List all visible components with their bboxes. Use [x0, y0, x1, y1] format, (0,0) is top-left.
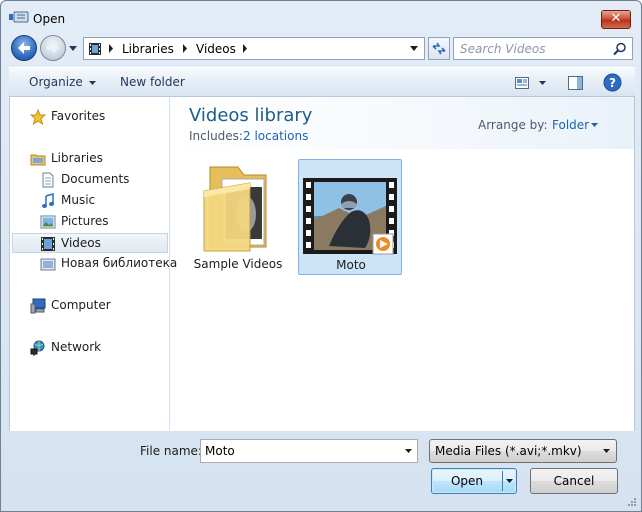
- network-icon: [30, 340, 45, 356]
- window-title: Open: [33, 12, 66, 26]
- chevron-down-icon[interactable]: [591, 123, 598, 127]
- folder-icon: [203, 166, 267, 252]
- breadcrumb-videos[interactable]: Videos: [196, 42, 236, 56]
- refresh-icon: [432, 42, 446, 55]
- arrange-by-dropdown[interactable]: Folder: [552, 118, 589, 132]
- resize-grip-icon[interactable]: [625, 497, 637, 509]
- videos-icon: [41, 237, 55, 251]
- change-view-icon[interactable]: [515, 77, 529, 89]
- pictures-icon: [40, 215, 56, 229]
- file-name-combobox[interactable]: [200, 439, 418, 463]
- split-divider: [502, 471, 503, 491]
- nav-computer[interactable]: Computer: [30, 296, 160, 316]
- open-dialog: Open ✕ Libraries Videos Search Videos Or…: [0, 0, 642, 512]
- file-list-pane: Videos library Includes: 2 locations Arr…: [171, 97, 634, 431]
- organize-button[interactable]: Organize: [29, 75, 96, 89]
- search-box[interactable]: [453, 37, 633, 60]
- recent-pages-button[interactable]: [68, 43, 78, 53]
- library-locations-link[interactable]: 2 locations: [243, 129, 308, 143]
- forward-button[interactable]: [40, 35, 66, 61]
- videos-icon: [89, 43, 101, 55]
- navigation-pane: Favorites Libraries Documents Music Pict…: [10, 97, 177, 431]
- open-options-chevron-icon[interactable]: [506, 479, 513, 483]
- chevron-down-icon[interactable]: [405, 449, 412, 453]
- organize-label: Organize: [29, 75, 83, 89]
- preview-pane-icon[interactable]: [568, 76, 583, 90]
- file-item-label: Moto: [336, 258, 366, 272]
- file-item-sample-videos[interactable]: Sample Videos: [186, 159, 290, 275]
- breadcrumb-arrow-icon[interactable]: [242, 44, 248, 53]
- library-title: Videos library: [189, 105, 313, 126]
- app-icon: [9, 11, 29, 23]
- nav-pictures[interactable]: Pictures: [40, 212, 165, 232]
- new-folder-button[interactable]: New folder: [120, 75, 185, 89]
- library-includes-label: Includes:: [189, 129, 243, 143]
- nav-network[interactable]: Network: [30, 338, 160, 358]
- nav-libraries[interactable]: Libraries: [30, 149, 160, 169]
- open-button[interactable]: Open: [431, 468, 517, 494]
- nav-videos[interactable]: Videos: [12, 233, 168, 253]
- nav-music[interactable]: Music: [40, 191, 165, 211]
- file-item-moto[interactable]: Moto: [298, 159, 402, 275]
- library-icon: [40, 258, 56, 271]
- arrange-by-label: Arrange by:: [478, 118, 548, 132]
- file-type-filter-dropdown[interactable]: Media Files (*.avi;*.mkv): [429, 439, 617, 463]
- search-input[interactable]: [460, 40, 610, 57]
- breadcrumb-libraries[interactable]: Libraries: [122, 42, 174, 56]
- breadcrumb-arrow-icon[interactable]: [182, 44, 188, 53]
- chevron-down-icon[interactable]: [410, 46, 418, 52]
- title-bar: Open ✕: [1, 1, 641, 31]
- address-bar[interactable]: Libraries Videos: [83, 37, 425, 60]
- nav-documents[interactable]: Documents: [40, 170, 165, 190]
- nav-new-library[interactable]: Новая библиотека: [40, 254, 177, 274]
- refresh-button[interactable]: [428, 37, 450, 60]
- content-area: Favorites Libraries Documents Music Pict…: [9, 97, 635, 431]
- file-item-label: Sample Videos: [193, 257, 283, 271]
- view-options-chevron-icon[interactable]: [539, 81, 546, 85]
- file-name-input[interactable]: [205, 443, 397, 459]
- forward-arrow-icon: [47, 42, 59, 54]
- back-button[interactable]: [11, 35, 37, 61]
- chevron-down-icon: [88, 80, 96, 85]
- help-icon[interactable]: ?: [603, 73, 622, 92]
- navigation-bar: Libraries Videos: [9, 34, 635, 62]
- back-arrow-icon: [18, 42, 30, 54]
- music-icon: [42, 193, 54, 208]
- chevron-down-icon: [603, 449, 610, 453]
- close-button[interactable]: ✕: [601, 10, 631, 29]
- video-thumbnail-icon: [303, 178, 397, 255]
- libraries-icon: [30, 154, 46, 166]
- file-type-filter-value: Media Files (*.avi;*.mkv): [435, 444, 582, 458]
- nav-favorites[interactable]: Favorites: [30, 107, 160, 127]
- svg-text:?: ?: [609, 76, 616, 90]
- file-name-label: File name:: [140, 444, 202, 458]
- computer-icon: [30, 298, 46, 314]
- breadcrumb-arrow-icon[interactable]: [108, 44, 114, 53]
- cancel-button[interactable]: Cancel: [530, 468, 618, 494]
- open-button-label: Open: [450, 474, 484, 488]
- command-toolbar: Organize New folder ?: [9, 67, 635, 97]
- documents-icon: [42, 172, 54, 188]
- star-icon: [30, 109, 46, 125]
- search-icon[interactable]: [613, 42, 627, 56]
